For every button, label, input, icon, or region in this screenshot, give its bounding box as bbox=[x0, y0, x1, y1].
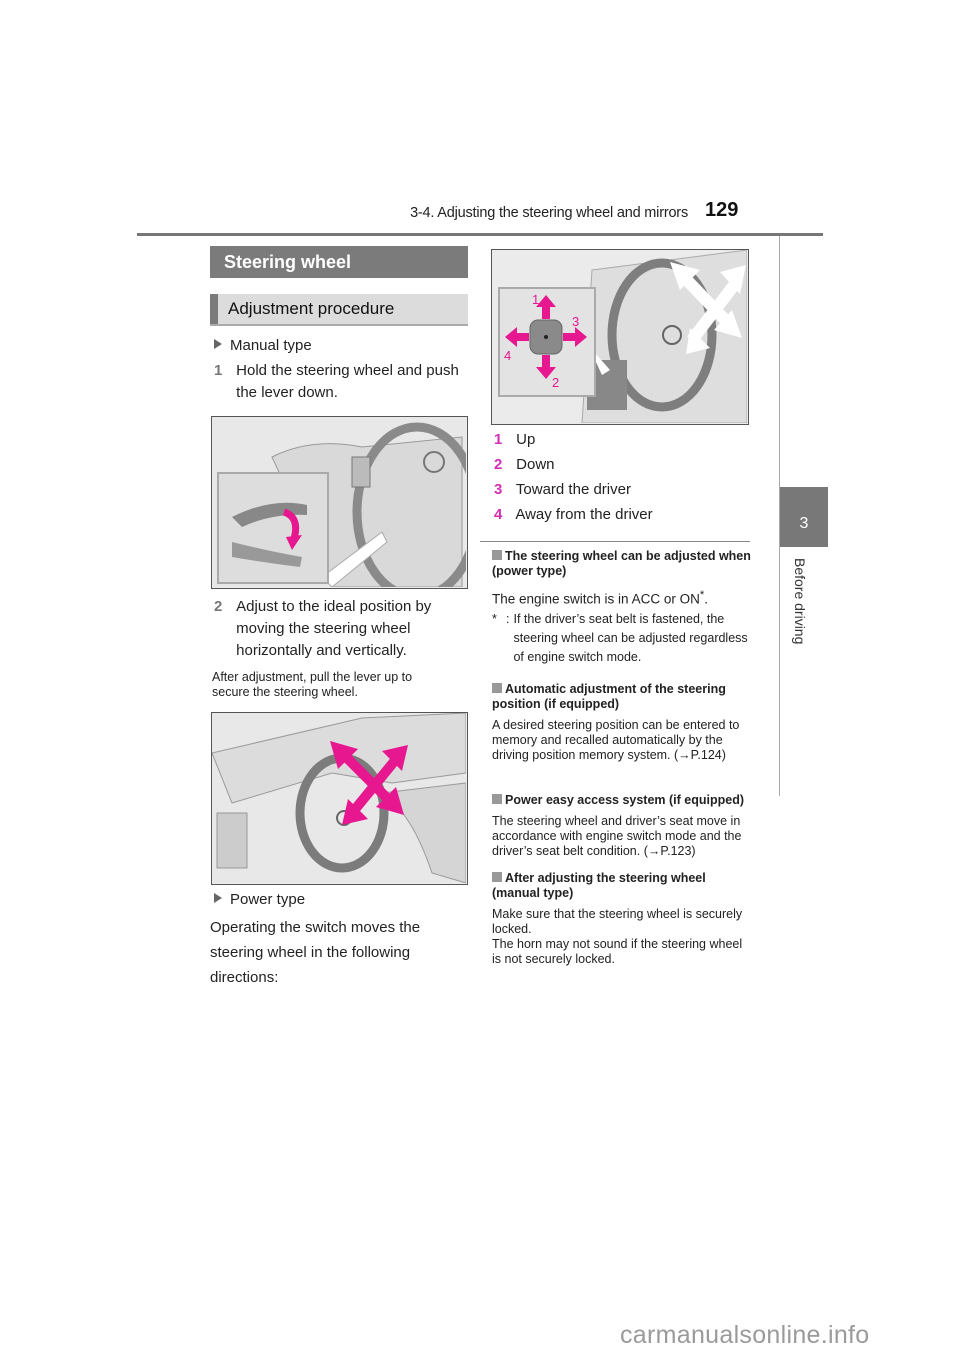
note-title-text: Automatic adjustment of the steering pos… bbox=[492, 682, 726, 711]
watermark[interactable]: carmanualsonline.info bbox=[620, 1321, 870, 1350]
label-2: 2 bbox=[552, 375, 559, 390]
step-text: Hold the steering wheel and push the lev… bbox=[236, 362, 459, 401]
section-title: 3-4. Adjusting the steering wheel and mi… bbox=[410, 205, 688, 221]
step-1: 1 Hold the steering wheel and push the l… bbox=[214, 360, 464, 404]
square-bullet-icon bbox=[492, 872, 502, 882]
direction-number: 2 bbox=[494, 456, 503, 473]
direction-text: Down bbox=[516, 456, 555, 473]
note-body: A desired steering position can be enter… bbox=[492, 718, 740, 762]
note-body: The engine switch is in ACC or ON*. bbox=[492, 589, 708, 607]
triangle-bullet-icon bbox=[214, 893, 222, 903]
direction-text: Toward the driver bbox=[515, 481, 631, 498]
label-4: 4 bbox=[504, 348, 511, 363]
note-title: After adjusting the steering wheel (manu… bbox=[492, 871, 754, 901]
lever-closeup-inset bbox=[217, 472, 329, 584]
footnote-marker: * bbox=[492, 611, 497, 626]
note-power-easy-access: Power easy access system (if equipped) T… bbox=[492, 793, 754, 859]
direction-list: 1 Up 2 Down 3 Toward the driver 4 Away f… bbox=[494, 427, 653, 527]
triangle-bullet-icon bbox=[214, 339, 222, 349]
manual-lever-illustration bbox=[212, 417, 466, 587]
step-text: Adjust to the ideal position by moving t… bbox=[236, 598, 432, 659]
direction-text: Away from the driver bbox=[515, 506, 653, 523]
note-body: The steering wheel and driver’s seat mov… bbox=[492, 814, 742, 858]
note-body-2: The horn may not sound if the steering w… bbox=[492, 937, 743, 966]
label-1: 1 bbox=[532, 292, 539, 307]
after-adjustment-note: After adjustment, pull the lever up to s… bbox=[212, 670, 413, 699]
note-title-text: The steering wheel can be adjusted when … bbox=[492, 549, 751, 578]
direction-item: 1 Up bbox=[494, 427, 653, 452]
page-number: 129 bbox=[705, 199, 739, 221]
power-intro-text: Operating the switch moves the steering … bbox=[210, 919, 421, 986]
chapter-label: Before driving bbox=[792, 558, 808, 645]
direction-item: 3 Toward the driver bbox=[494, 477, 653, 502]
footnote-text: If the driver’s seat belt is fastened, t… bbox=[513, 611, 748, 664]
note-automatic-adjustment: Automatic adjustment of the steering pos… bbox=[492, 682, 754, 763]
note-power-type-conditions: The steering wheel can be adjusted when … bbox=[492, 549, 754, 667]
direction-number: 3 bbox=[494, 481, 503, 498]
square-bullet-icon bbox=[492, 794, 502, 804]
label-3: 3 bbox=[572, 314, 579, 329]
manual-type-label: Manual type bbox=[214, 335, 312, 357]
note-title: Power easy access system (if equipped) bbox=[492, 793, 754, 808]
figure-power-switch: 1 3 4 2 bbox=[491, 249, 749, 425]
note-title-text: Power easy access system (if equipped) bbox=[505, 793, 744, 807]
square-bullet-icon bbox=[492, 550, 502, 560]
heading-text: Adjustment procedure bbox=[228, 299, 395, 318]
figure-manual-lever bbox=[211, 416, 468, 589]
direction-item: 2 Down bbox=[494, 452, 653, 477]
note-body: Make sure that the steering wheel is sec… bbox=[492, 907, 743, 936]
direction-item: 4 Away from the driver bbox=[494, 502, 653, 527]
power-type-text: Power type bbox=[230, 891, 306, 908]
power-switch-illustration: 1 3 4 2 bbox=[492, 250, 747, 423]
note-body-text: The engine switch is in ACC or ON bbox=[492, 591, 700, 607]
heading-steering-wheel: Steering wheel bbox=[210, 246, 468, 278]
header-divider bbox=[137, 233, 823, 236]
figure-manual-adjust bbox=[211, 712, 468, 885]
chapter-tab[interactable]: 3 bbox=[780, 487, 828, 547]
footnote-mark: * bbox=[699, 589, 705, 601]
direction-text: Up bbox=[516, 431, 536, 448]
manual-type-text: Manual type bbox=[230, 337, 312, 354]
note-after-adjusting: After adjusting the steering wheel (manu… bbox=[492, 871, 754, 967]
step-2: 2 Adjust to the ideal position by moving… bbox=[214, 596, 470, 662]
square-bullet-icon bbox=[492, 683, 502, 693]
step-number: 2 bbox=[214, 598, 223, 615]
power-type-label: Power type bbox=[214, 889, 305, 911]
note-title: The steering wheel can be adjusted when … bbox=[492, 549, 754, 579]
direction-number: 4 bbox=[494, 506, 503, 523]
notes-divider bbox=[480, 541, 750, 542]
manual-adjust-illustration bbox=[212, 713, 466, 883]
footnote: *: If the driver’s seat belt is fastened… bbox=[492, 610, 754, 667]
direction-number: 1 bbox=[494, 431, 503, 448]
note-title: Automatic adjustment of the steering pos… bbox=[492, 682, 754, 712]
step-number: 1 bbox=[214, 362, 223, 379]
note-title-text: After adjusting the steering wheel (manu… bbox=[492, 871, 706, 900]
heading-adjustment-procedure: Adjustment procedure bbox=[210, 294, 468, 326]
